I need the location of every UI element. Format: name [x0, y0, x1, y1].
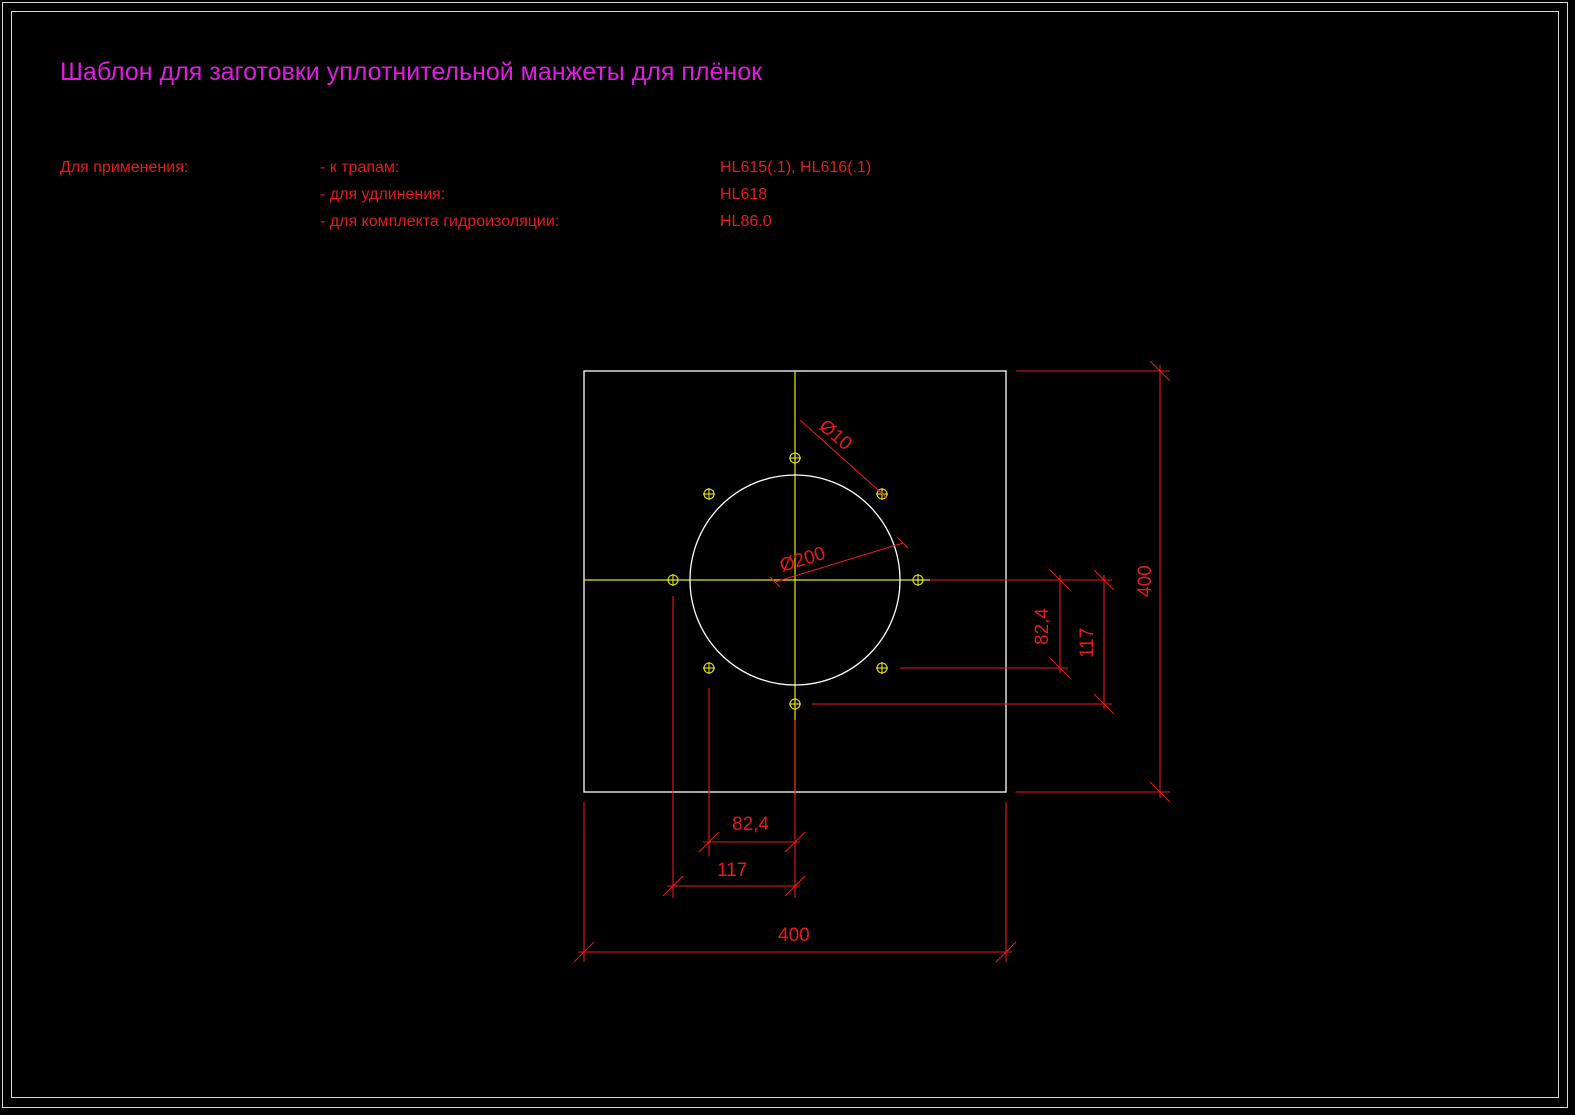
bolt-hole-diameter-label: Ø10	[815, 416, 856, 455]
horizontal-long-label: 117	[717, 860, 747, 881]
bolt-hole	[703, 662, 715, 674]
plate-width-label: 400	[778, 925, 810, 946]
plate-height-label: 400	[1135, 565, 1156, 597]
bolt-hole	[703, 488, 715, 500]
bolt-hole	[912, 574, 924, 586]
vertical-long-label: 117	[1077, 628, 1098, 658]
dimension-lines	[573, 360, 1171, 963]
bolt-hole	[876, 662, 888, 674]
opening-diameter-label: Ø200	[777, 543, 828, 577]
bolt-hole	[789, 452, 801, 464]
centerlines	[584, 371, 930, 795]
bolt-hole	[789, 698, 801, 710]
horizontal-short-label: 82,4	[732, 814, 769, 835]
bolt-hole	[667, 574, 679, 586]
vertical-short-label: 82,4	[1032, 608, 1053, 645]
gasket-template-drawing: Ø10 Ø200 400 82,4 117 82,4 117 400	[573, 360, 1171, 963]
